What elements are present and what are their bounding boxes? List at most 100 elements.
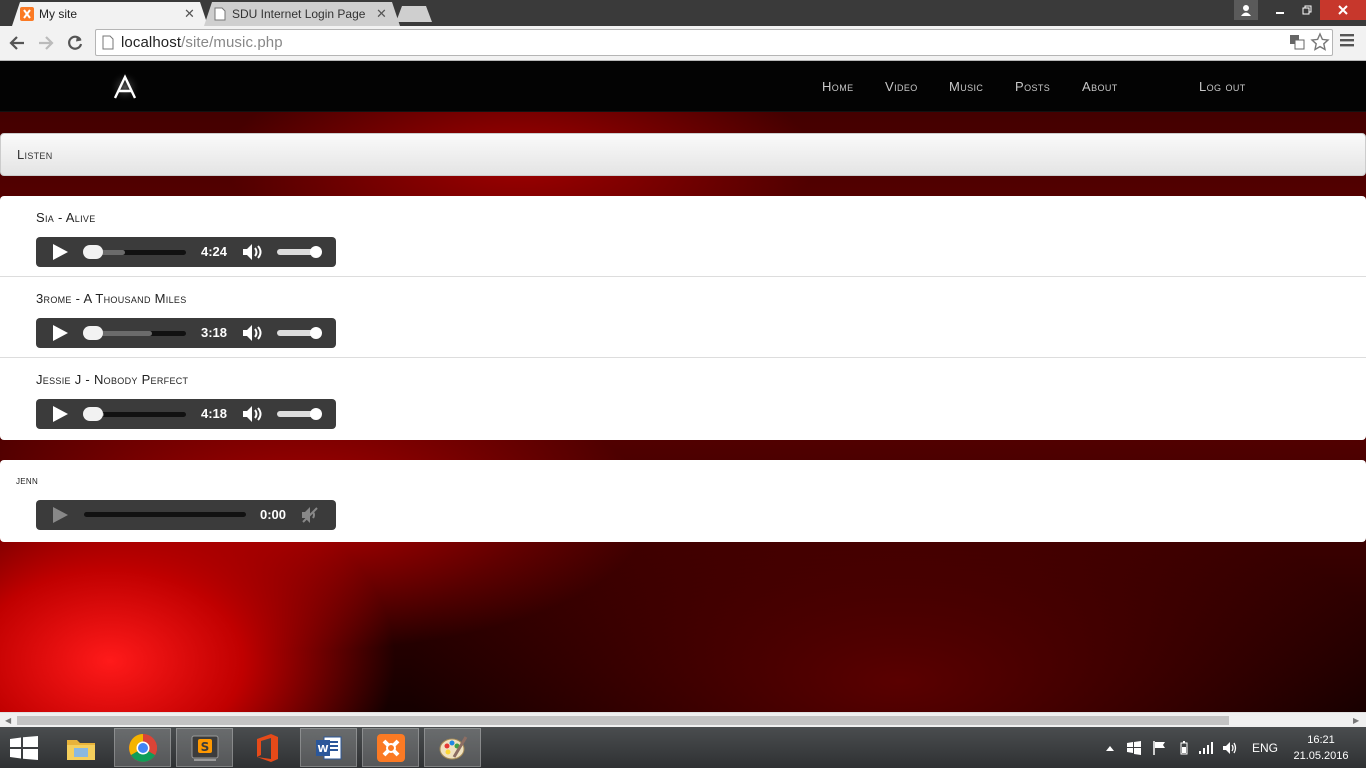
- play-icon[interactable]: [52, 325, 68, 346]
- chrome-icon[interactable]: [114, 728, 171, 767]
- page-info-icon[interactable]: [102, 35, 114, 55]
- track-item: Sia - Alive 4:24: [0, 196, 1366, 277]
- network-signal-icon[interactable]: [1198, 727, 1214, 768]
- audio-player: 4:24: [36, 237, 336, 267]
- track-title: 3rome - A Thousand Miles: [36, 291, 187, 306]
- minimize-icon[interactable]: [1266, 0, 1294, 20]
- scrollbar-thumb[interactable]: [17, 716, 1229, 725]
- user-profile-icon[interactable]: [1234, 0, 1258, 20]
- close-tab-icon[interactable]: ✕: [376, 6, 387, 22]
- seek-bar[interactable]: [83, 245, 186, 259]
- seek-bar[interactable]: [83, 326, 186, 340]
- url-host: localhost: [121, 34, 182, 51]
- close-window-icon[interactable]: [1320, 0, 1366, 20]
- volume-icon[interactable]: [242, 243, 266, 266]
- site-logo-icon[interactable]: [108, 71, 142, 103]
- track-item: Jessie J - Nobody Perfect 4:18: [0, 358, 1366, 439]
- clock-date: 21.05.2016: [1293, 750, 1349, 762]
- xampp-favicon-icon: [20, 7, 34, 21]
- volume-knob[interactable]: [310, 246, 322, 258]
- volume-slider[interactable]: [277, 327, 322, 339]
- scroll-right-arrow-icon[interactable]: ▶: [1353, 716, 1359, 725]
- action-center-flag-icon[interactable]: [1152, 727, 1166, 768]
- duration-label: 3:18: [201, 325, 228, 340]
- file-explorer-icon[interactable]: [52, 728, 109, 767]
- nav-about-link[interactable]: About: [1082, 79, 1118, 94]
- seek-bar[interactable]: [84, 512, 246, 517]
- page-icon: [214, 7, 228, 21]
- speaker-icon[interactable]: [1222, 727, 1238, 768]
- upload-panel: jenn 0:00: [0, 460, 1366, 542]
- word-icon[interactable]: W: [300, 728, 357, 767]
- play-icon[interactable]: [52, 244, 68, 265]
- page-viewport: Home Video Music Posts About Log out Lis…: [0, 61, 1366, 712]
- tray-expand-icon[interactable]: [1106, 727, 1114, 768]
- taskbar-clock[interactable]: 16:21 21.05.2016: [1288, 732, 1354, 764]
- windows-taskbar: S W ENG 16:21 21.05.2016: [0, 727, 1366, 768]
- nav-home-link[interactable]: Home: [822, 79, 854, 94]
- volume-knob[interactable]: [310, 408, 322, 420]
- svg-text:S: S: [200, 740, 209, 754]
- office-icon[interactable]: [238, 728, 295, 767]
- site-navbar: Home Video Music Posts About Log out: [0, 61, 1366, 112]
- windows-start-icon[interactable]: [10, 736, 38, 765]
- seek-knob[interactable]: [83, 407, 103, 421]
- duration-label: 0:00: [260, 507, 287, 522]
- scroll-left-arrow-icon[interactable]: ◀: [5, 716, 11, 725]
- section-heading: Listen: [17, 147, 53, 162]
- address-bar[interactable]: localhost/site/music.php: [95, 29, 1333, 56]
- tab-my-site[interactable]: My site ✕: [12, 2, 208, 26]
- clock-time: 16:21: [1307, 734, 1335, 746]
- url-text: localhost/site/music.php: [121, 34, 283, 51]
- play-icon[interactable]: [52, 406, 68, 427]
- track-item: 3rome - A Thousand Miles 3:18: [0, 277, 1366, 358]
- volume-muted-icon[interactable]: [300, 506, 320, 529]
- browser-chrome: My site ✕ SDU Internet Login Page ✕ loca…: [0, 0, 1366, 61]
- tab-title: SDU Internet Login Page: [232, 7, 366, 21]
- xampp-icon[interactable]: [362, 728, 419, 767]
- nav-posts-link[interactable]: Posts: [1015, 79, 1050, 94]
- windows-action-icon[interactable]: [1127, 727, 1141, 768]
- url-path: /site/music.php: [181, 34, 283, 51]
- volume-icon[interactable]: [242, 405, 266, 428]
- tab-sdu-login[interactable]: SDU Internet Login Page ✕: [204, 2, 400, 26]
- paint-icon[interactable]: [424, 728, 481, 767]
- upload-label: jenn: [16, 475, 39, 487]
- audio-player: 3:18: [36, 318, 336, 348]
- track-list: Sia - Alive 4:24 3rome - A Thousand Mile…: [0, 196, 1366, 440]
- nav-logout-link[interactable]: Log out: [1199, 79, 1246, 94]
- svg-text:W: W: [317, 744, 328, 755]
- volume-slider[interactable]: [277, 246, 322, 258]
- battery-icon[interactable]: [1180, 727, 1188, 768]
- browser-toolbar: localhost/site/music.php: [0, 26, 1366, 61]
- new-tab-button[interactable]: [396, 2, 432, 26]
- nav-video-link[interactable]: Video: [885, 79, 918, 94]
- track-title: Sia - Alive: [36, 210, 96, 225]
- reload-icon[interactable]: [64, 32, 86, 54]
- seek-knob[interactable]: [83, 245, 103, 259]
- volume-knob[interactable]: [310, 327, 322, 339]
- bookmark-star-icon[interactable]: [1310, 32, 1330, 57]
- volume-slider[interactable]: [277, 408, 322, 420]
- track-title: Jessie J - Nobody Perfect: [36, 372, 189, 387]
- audio-player: 4:18: [36, 399, 336, 429]
- play-icon[interactable]: [52, 507, 68, 528]
- horizontal-scrollbar[interactable]: ◀ ▶: [0, 712, 1366, 727]
- tab-title: My site: [39, 7, 78, 21]
- volume-icon[interactable]: [242, 324, 266, 347]
- restore-icon[interactable]: [1294, 0, 1320, 20]
- seek-bar[interactable]: [83, 407, 186, 421]
- back-arrow-icon[interactable]: [6, 32, 28, 54]
- seek-knob[interactable]: [83, 326, 103, 340]
- chrome-menu-icon[interactable]: [1340, 33, 1354, 52]
- translate-icon[interactable]: [1289, 34, 1305, 55]
- window-controls: [1266, 0, 1366, 20]
- listen-heading-panel: Listen: [0, 133, 1366, 176]
- forward-arrow-icon[interactable]: [35, 32, 57, 54]
- language-indicator[interactable]: ENG: [1252, 727, 1278, 768]
- nav-music-link[interactable]: Music: [949, 79, 983, 94]
- close-tab-icon[interactable]: ✕: [184, 6, 195, 22]
- sublime-text-icon[interactable]: S: [176, 728, 233, 767]
- duration-label: 4:24: [201, 244, 228, 259]
- tab-strip: My site ✕ SDU Internet Login Page ✕: [0, 0, 1366, 26]
